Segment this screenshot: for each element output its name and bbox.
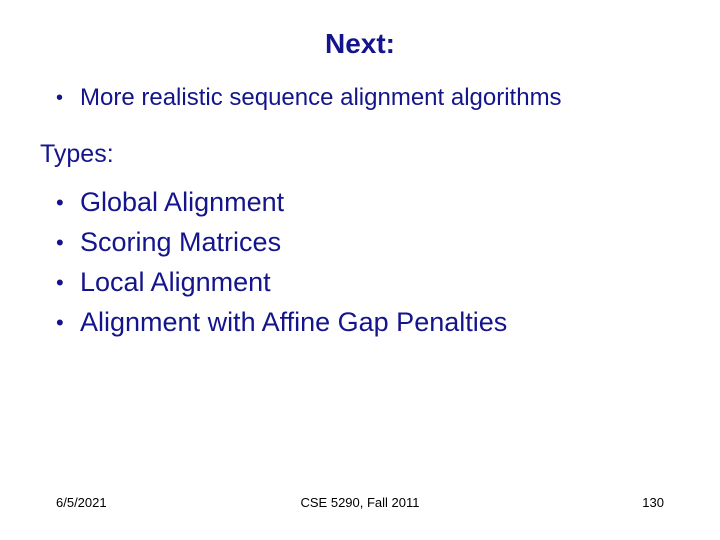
list-item: • Local Alignment [56, 267, 664, 299]
list-item: • Alignment with Affine Gap Penalties [56, 307, 664, 339]
slide-title: Next: [0, 0, 720, 84]
list-item: • Scoring Matrices [56, 227, 664, 259]
bullet-icon: • [56, 267, 80, 299]
types-heading: Types: [40, 140, 664, 169]
slide-footer: 6/5/2021 CSE 5290, Fall 2011 130 [0, 495, 720, 510]
intro-bullet-text: More realistic sequence alignment algori… [80, 84, 562, 112]
bullet-icon: • [56, 307, 80, 339]
footer-page-number: 130 [642, 495, 664, 510]
intro-bullet: • More realistic sequence alignment algo… [56, 84, 664, 112]
bullet-icon: • [56, 227, 80, 259]
bullet-icon: • [56, 84, 80, 112]
types-list: • Global Alignment • Scoring Matrices • … [56, 187, 664, 339]
list-item-text: Global Alignment [80, 187, 284, 218]
slide-body: • More realistic sequence alignment algo… [0, 84, 720, 339]
footer-date: 6/5/2021 [56, 495, 107, 510]
footer-course: CSE 5290, Fall 2011 [301, 495, 420, 510]
list-item: • Global Alignment [56, 187, 664, 219]
list-item-text: Scoring Matrices [80, 227, 281, 258]
list-item-text: Local Alignment [80, 267, 271, 298]
bullet-icon: • [56, 187, 80, 219]
list-item-text: Alignment with Affine Gap Penalties [80, 307, 507, 338]
